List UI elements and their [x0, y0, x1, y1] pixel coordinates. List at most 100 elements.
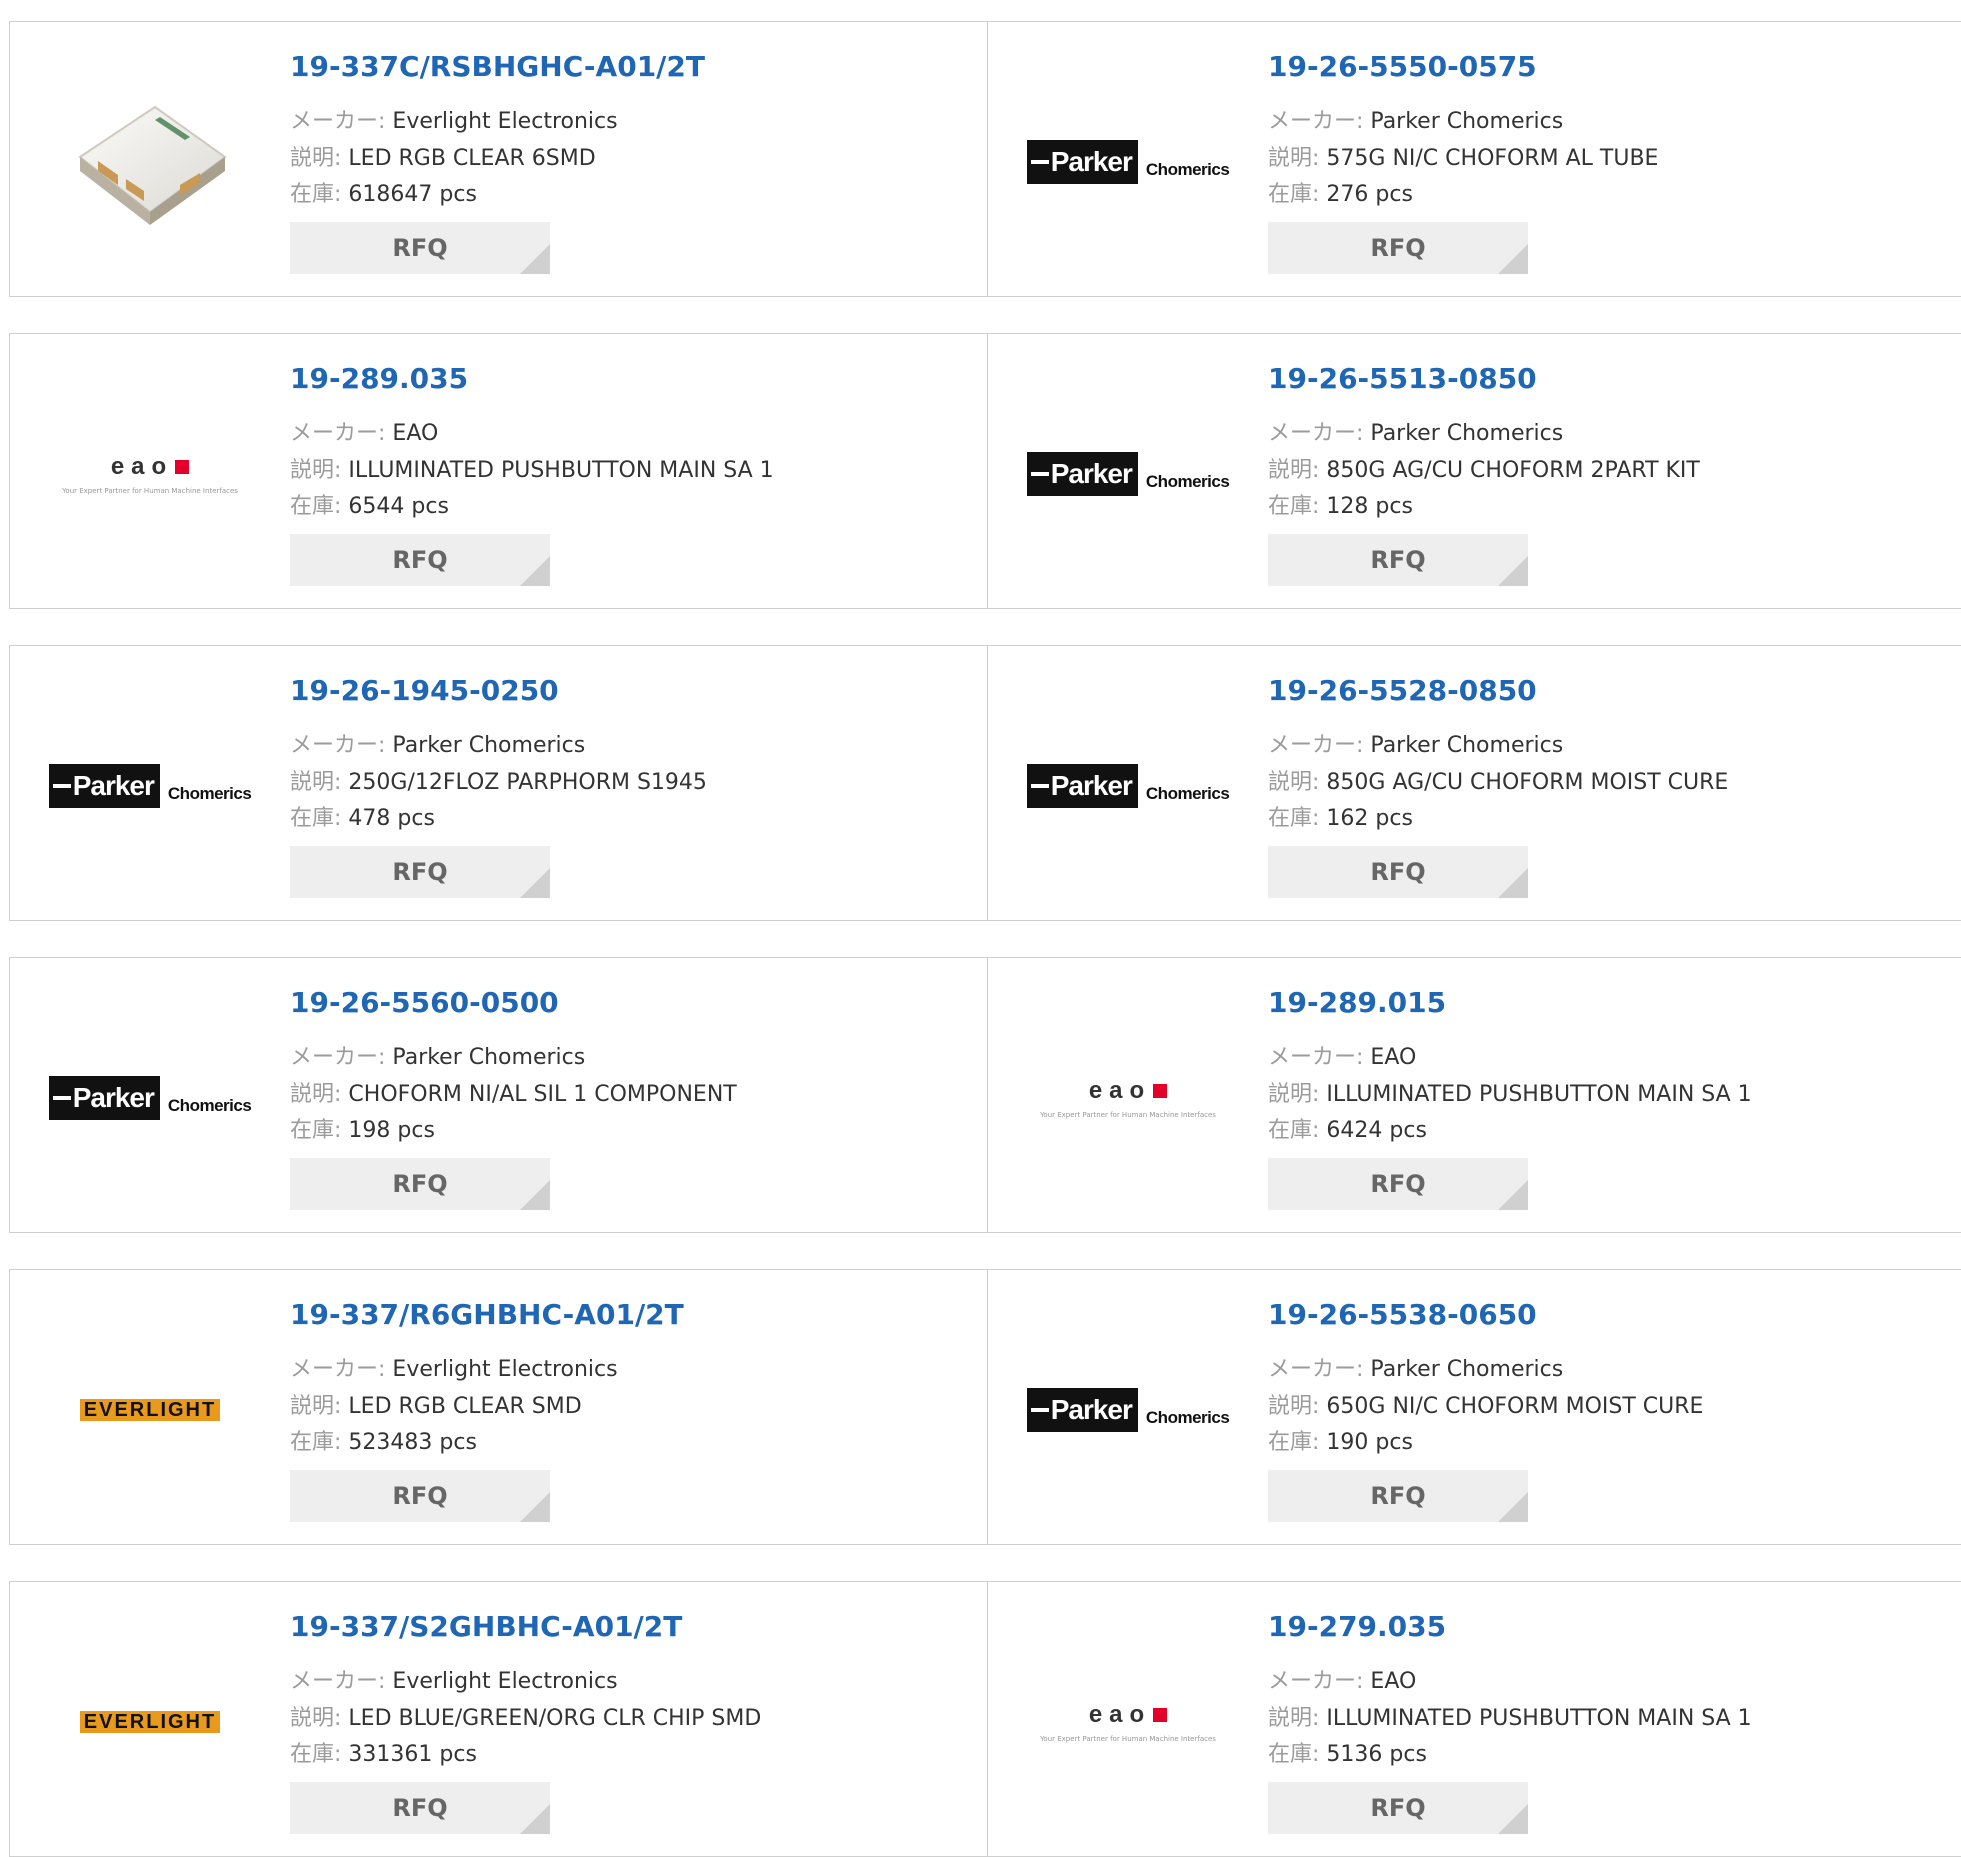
rfq-button[interactable]: RFQ: [1268, 1158, 1528, 1210]
stock-value: 190 pcs: [1326, 1430, 1413, 1455]
description-row: 説明: CHOFORM NI/AL SIL 1 COMPONENT: [290, 1076, 737, 1108]
stock-row: 在庫: 523483 pcs: [290, 1424, 477, 1456]
description-row: 説明: 575G NI/C CHOFORM AL TUBE: [1268, 140, 1658, 172]
rfq-button[interactable]: RFQ: [290, 1470, 550, 1522]
stock-value: 478 pcs: [348, 806, 435, 831]
stock-label: 在庫:: [1268, 1118, 1320, 1143]
description-value: 650G NI/C CHOFORM MOIST CURE: [1326, 1394, 1704, 1419]
product-logo[interactable]: eao Your Expert Partner for Human Machine…: [1028, 1632, 1228, 1812]
stock-row: 在庫: 5136 pcs: [1268, 1736, 1427, 1768]
manufacturer-row: メーカー: Parker Chomerics: [290, 727, 585, 759]
stock-label: 在庫:: [290, 806, 342, 831]
product-logo[interactable]: Parker Chomerics: [1026, 696, 1230, 876]
part-number-link[interactable]: 19-26-5538-0650: [1268, 1298, 1537, 1331]
corner-triangle-icon: [520, 1180, 550, 1210]
product-logo[interactable]: EVERLIGHT: [50, 1632, 250, 1812]
manufacturer-value: Everlight Electronics: [392, 1357, 618, 1382]
rfq-button-label: RFQ: [392, 1482, 448, 1510]
part-number-link[interactable]: 19-289.035: [290, 362, 468, 395]
stock-label: 在庫:: [1268, 806, 1320, 831]
description-row: 説明: 850G AG/CU CHOFORM 2PART KIT: [1268, 452, 1700, 484]
manufacturer-label: メーカー:: [1268, 1357, 1364, 1382]
product-logo[interactable]: Parker Chomerics: [1026, 1320, 1230, 1500]
stock-label: 在庫:: [1268, 182, 1320, 207]
description-label: 説明:: [290, 1394, 342, 1419]
rfq-button[interactable]: RFQ: [290, 846, 550, 898]
description-value: 250G/12FLOZ PARPHORM S1945: [348, 770, 707, 795]
part-number-link[interactable]: 19-279.035: [1268, 1610, 1446, 1643]
stock-row: 在庫: 478 pcs: [290, 800, 435, 832]
manufacturer-row: メーカー: EAO: [1268, 1039, 1416, 1071]
manufacturer-label: メーカー:: [1268, 1045, 1364, 1070]
part-number-link[interactable]: 19-289.015: [1268, 986, 1446, 1019]
rfq-button-label: RFQ: [392, 1794, 448, 1822]
rfq-button-label: RFQ: [392, 234, 448, 262]
part-number-link[interactable]: 19-26-5513-0850: [1268, 362, 1537, 395]
product-logo[interactable]: Parker Chomerics: [1026, 72, 1230, 252]
manufacturer-value: EAO: [1370, 1045, 1417, 1070]
description-row: 説明: ILLUMINATED PUSHBUTTON MAIN SA 1: [290, 452, 774, 484]
corner-triangle-icon: [520, 556, 550, 586]
parker-chomerics-logo: Parker Chomerics: [1026, 452, 1230, 496]
rfq-button[interactable]: RFQ: [290, 1158, 550, 1210]
product-grid: 19-337C/RSBHGHC-A01/2T メーカー: Everlight El…: [0, 0, 1961, 1857]
manufacturer-label: メーカー:: [1268, 109, 1364, 134]
rfq-button-label: RFQ: [392, 1170, 448, 1198]
product-logo[interactable]: Parker Chomerics: [1026, 384, 1230, 564]
rfq-button[interactable]: RFQ: [1268, 222, 1528, 274]
corner-triangle-icon: [520, 244, 550, 274]
description-label: 説明:: [1268, 458, 1320, 483]
stock-row: 在庫: 618647 pcs: [290, 176, 477, 208]
part-number-link[interactable]: 19-26-1945-0250: [290, 674, 559, 707]
stock-value: 331361 pcs: [348, 1742, 477, 1767]
manufacturer-row: メーカー: Parker Chomerics: [1268, 103, 1563, 135]
product-logo[interactable]: Parker Chomerics: [48, 1008, 252, 1188]
description-value: ILLUMINATED PUSHBUTTON MAIN SA 1: [1326, 1706, 1752, 1731]
product-logo[interactable]: eao Your Expert Partner for Human Machine…: [50, 384, 250, 564]
description-label: 説明:: [290, 458, 342, 483]
corner-triangle-icon: [520, 1492, 550, 1522]
part-number-link[interactable]: 19-26-5560-0500: [290, 986, 559, 1019]
manufacturer-value: Parker Chomerics: [392, 733, 586, 758]
product-card: eao Your Expert Partner for Human Machine…: [987, 1581, 1961, 1857]
product-card: Parker Chomerics 19-26-5560-0500 メーカー: Park…: [9, 957, 989, 1233]
stock-row: 在庫: 198 pcs: [290, 1112, 435, 1144]
manufacturer-value: EAO: [392, 421, 439, 446]
part-number-link[interactable]: 19-337/S2GHBHC-A01/2T: [290, 1610, 682, 1643]
description-value: LED BLUE/GREEN/ORG CLR CHIP SMD: [348, 1706, 762, 1731]
parker-chomerics-logo: Parker Chomerics: [1026, 1388, 1230, 1432]
rfq-button[interactable]: RFQ: [1268, 1782, 1528, 1834]
description-label: 説明:: [290, 770, 342, 795]
stock-row: 在庫: 331361 pcs: [290, 1736, 477, 1768]
part-number-link[interactable]: 19-26-5528-0850: [1268, 674, 1537, 707]
rfq-button-label: RFQ: [1370, 1794, 1426, 1822]
stock-label: 在庫:: [290, 1430, 342, 1455]
rfq-button[interactable]: RFQ: [1268, 846, 1528, 898]
rfq-button[interactable]: RFQ: [1268, 534, 1528, 586]
parker-chomerics-logo: Parker Chomerics: [1026, 140, 1230, 184]
product-card: eao Your Expert Partner for Human Machine…: [9, 333, 989, 609]
rfq-button[interactable]: RFQ: [290, 534, 550, 586]
product-card: 19-337C/RSBHGHC-A01/2T メーカー: Everlight El…: [9, 21, 989, 297]
manufacturer-row: メーカー: Parker Chomerics: [1268, 727, 1563, 759]
manufacturer-row: メーカー: EAO: [1268, 1663, 1416, 1695]
part-number-link[interactable]: 19-337/R6GHBHC-A01/2T: [290, 1298, 684, 1331]
description-value: 850G AG/CU CHOFORM 2PART KIT: [1326, 458, 1700, 483]
description-value: LED RGB CLEAR SMD: [348, 1394, 582, 1419]
description-value: CHOFORM NI/AL SIL 1 COMPONENT: [348, 1082, 737, 1107]
manufacturer-value: Everlight Electronics: [392, 1669, 618, 1694]
product-logo[interactable]: [50, 72, 250, 252]
rfq-button[interactable]: RFQ: [290, 1782, 550, 1834]
product-logo[interactable]: EVERLIGHT: [50, 1320, 250, 1500]
description-value: ILLUMINATED PUSHBUTTON MAIN SA 1: [348, 458, 774, 483]
product-logo[interactable]: Parker Chomerics: [48, 696, 252, 876]
product-logo[interactable]: eao Your Expert Partner for Human Machine…: [1028, 1008, 1228, 1188]
description-label: 説明:: [290, 146, 342, 171]
rfq-button[interactable]: RFQ: [1268, 1470, 1528, 1522]
description-row: 説明: LED RGB CLEAR 6SMD: [290, 140, 596, 172]
part-number-link[interactable]: 19-26-5550-0575: [1268, 50, 1537, 83]
rfq-button[interactable]: RFQ: [290, 222, 550, 274]
parker-chomerics-logo: Parker Chomerics: [1026, 764, 1230, 808]
manufacturer-value: Parker Chomerics: [1370, 1357, 1564, 1382]
part-number-link[interactable]: 19-337C/RSBHGHC-A01/2T: [290, 50, 705, 83]
